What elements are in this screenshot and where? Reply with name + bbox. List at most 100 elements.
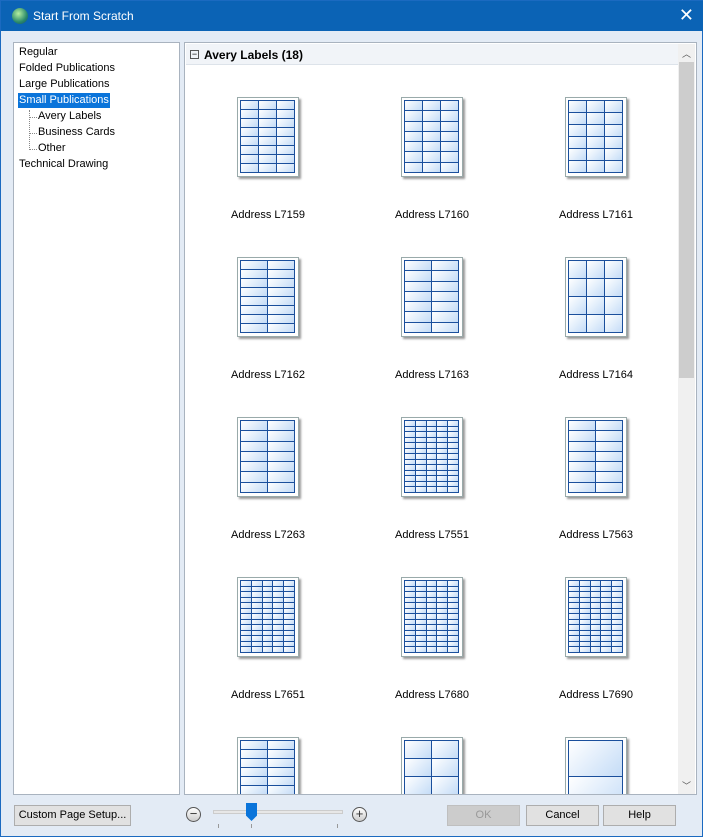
label-cell <box>283 646 295 653</box>
label-cell <box>586 314 605 333</box>
label-cell <box>568 160 587 173</box>
label-sheet-icon <box>401 97 463 177</box>
label-cell <box>568 296 587 315</box>
label-sheet-icon <box>401 257 463 337</box>
vertical-scrollbar[interactable]: ︿ ﹀ <box>678 44 695 794</box>
template-name: Address L7680 <box>395 689 469 701</box>
tree-item[interactable]: Folded Publications <box>18 61 116 76</box>
label-sheet-icon <box>401 577 463 657</box>
slider-tick <box>251 824 252 828</box>
label-sheet-icon <box>237 97 299 177</box>
zoom-slider-thumb[interactable] <box>246 803 257 821</box>
scrollbar-thumb[interactable] <box>679 62 694 378</box>
title-bar: Start From Scratch ✕ <box>1 1 703 31</box>
label-sheet-icon <box>237 577 299 657</box>
label-cell <box>568 278 587 297</box>
label-cell <box>595 481 623 493</box>
label-cell <box>568 260 587 279</box>
label-sheet-icon <box>565 417 627 497</box>
slider-tick <box>218 824 219 828</box>
label-sheet-icon <box>237 417 299 497</box>
cancel-button[interactable]: Cancel <box>526 805 599 826</box>
tree-item[interactable]: Avery Labels <box>37 109 102 124</box>
label-cell <box>440 161 459 173</box>
label-cell <box>586 260 605 279</box>
publisher-app-icon <box>12 8 28 24</box>
tree-connector <box>29 117 37 118</box>
template-name: Address L7161 <box>559 209 633 221</box>
slider-tick <box>337 824 338 828</box>
label-cell <box>267 481 295 493</box>
label-cell <box>586 160 605 173</box>
template-name: Address L7690 <box>559 689 633 701</box>
label-cell <box>404 776 432 794</box>
label-cell <box>276 163 295 173</box>
group-header[interactable]: − Avery Labels (18) <box>186 44 678 65</box>
tree-item[interactable]: Technical Drawing <box>18 157 109 172</box>
tree-connector <box>29 149 37 150</box>
label-cell <box>586 278 605 297</box>
zoom-in-icon[interactable]: + <box>352 807 367 822</box>
label-cell <box>404 758 432 777</box>
label-sheet-icon <box>565 577 627 657</box>
template-name: Address L7159 <box>231 209 305 221</box>
custom-page-setup-button[interactable]: Custom Page Setup... <box>14 805 131 826</box>
help-button[interactable]: Help <box>603 805 676 826</box>
label-cell <box>604 260 623 279</box>
label-cell <box>604 278 623 297</box>
template-name: Address L7551 <box>395 529 469 541</box>
ok-button[interactable]: OK <box>447 805 520 826</box>
template-name: Address L7164 <box>559 369 633 381</box>
label-cell <box>267 323 295 333</box>
label-cell <box>267 794 295 795</box>
tree-connector <box>29 133 37 134</box>
label-cell <box>431 794 459 795</box>
label-cell <box>258 163 277 173</box>
template-name: Address L7160 <box>395 209 469 221</box>
template-name: Address L7563 <box>559 529 633 541</box>
tree-item[interactable]: Small Publications <box>18 93 110 108</box>
template-name: Address L7263 <box>231 529 305 541</box>
tree-item[interactable]: Business Cards <box>37 125 116 140</box>
label-cell <box>568 314 587 333</box>
template-name: Address L7651 <box>231 689 305 701</box>
label-cell <box>240 323 268 333</box>
label-cell <box>404 740 432 759</box>
label-sheet-icon <box>237 737 299 795</box>
label-cell <box>404 161 423 173</box>
tree-item[interactable]: Other <box>37 141 67 156</box>
label-cell <box>604 296 623 315</box>
label-cell <box>404 794 432 795</box>
tree-item[interactable]: Regular <box>18 45 59 60</box>
tree-item[interactable]: Large Publications <box>18 77 111 92</box>
label-cell <box>431 758 459 777</box>
label-cell <box>611 646 623 653</box>
collapse-icon[interactable]: − <box>190 50 199 59</box>
label-cell <box>568 776 623 794</box>
template-gallery: − Avery Labels (18) Address L7159 Address… <box>184 42 697 795</box>
zoom-slider[interactable] <box>213 810 343 814</box>
label-sheet-icon <box>237 257 299 337</box>
label-cell <box>447 486 459 493</box>
label-cell <box>240 794 268 795</box>
category-tree: Regular Folded Publications Large Publicat… <box>13 42 180 795</box>
label-cell <box>604 160 623 173</box>
close-button[interactable]: ✕ <box>679 5 694 26</box>
template-name: Address L7162 <box>231 369 305 381</box>
label-cell <box>586 296 605 315</box>
scroll-down-icon[interactable]: ﹀ <box>678 779 695 792</box>
zoom-out-icon[interactable]: − <box>186 807 201 822</box>
label-cell <box>568 740 623 777</box>
label-cell <box>431 740 459 759</box>
template-name: Address L7163 <box>395 369 469 381</box>
group-title: Avery Labels (18) <box>204 48 303 62</box>
label-sheet-icon <box>565 97 627 177</box>
tree-connector <box>29 110 30 148</box>
label-cell <box>240 163 259 173</box>
window-title: Start From Scratch <box>33 9 134 23</box>
label-cell <box>447 646 459 653</box>
label-cell <box>568 481 596 493</box>
label-cell <box>422 161 441 173</box>
label-cell <box>604 314 623 333</box>
scroll-up-icon[interactable]: ︿ <box>678 47 695 60</box>
